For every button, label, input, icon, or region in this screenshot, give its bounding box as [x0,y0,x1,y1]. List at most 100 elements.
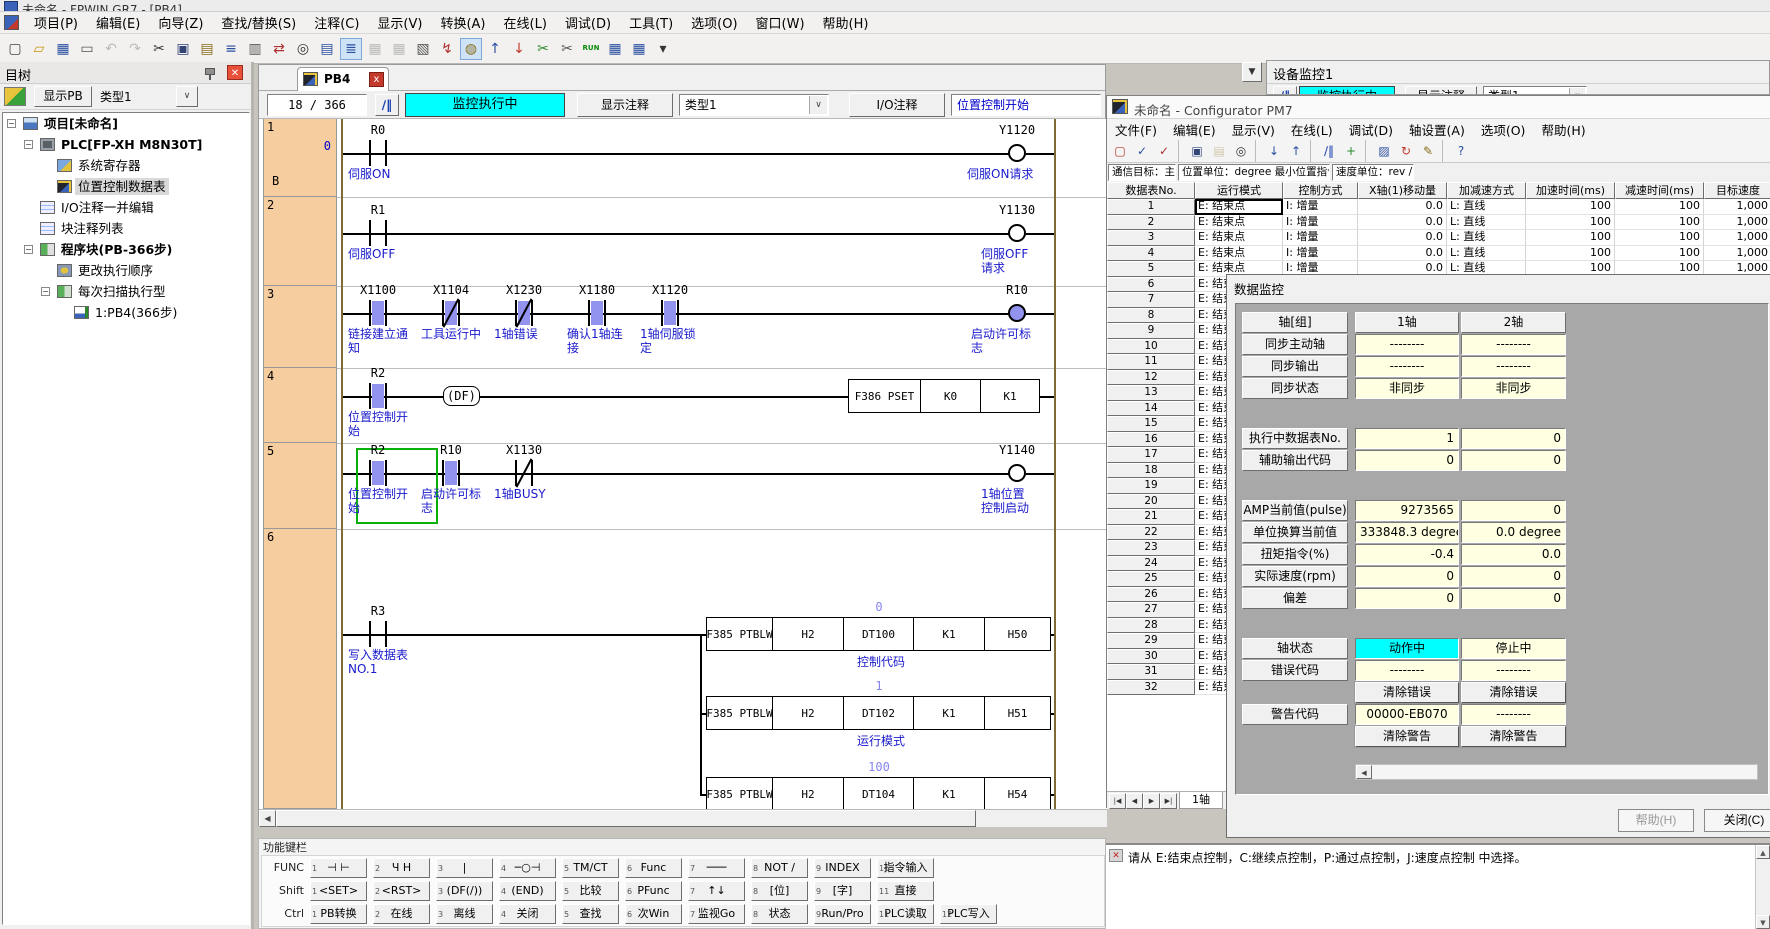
insert-line-icon[interactable]: ≡ [220,38,242,60]
data-table-edit-icon[interactable]: ▨ [1374,141,1394,161]
row-number[interactable]: 18 [1107,463,1195,479]
contact-r3[interactable] [366,621,390,647]
table-cell[interactable]: L: 直线 [1447,230,1526,246]
data-verify-icon[interactable]: ✓ [1132,141,1152,161]
close-message-icon[interactable]: ✕ [1109,849,1123,862]
funckey-shift-5[interactable]: 5比较 [562,881,619,901]
funckey-shift-3[interactable]: 3(DF(/)) [436,881,493,901]
menu-item-注释C[interactable]: 注释(C) [305,11,368,34]
column-header[interactable]: 加减速方式 [1447,182,1526,199]
new-file-icon[interactable]: ▢ [4,38,26,60]
menu-item-选项O[interactable]: 选项(O) [1473,118,1534,141]
funckey-func-6[interactable]: 6Func [625,858,682,878]
teaching-icon[interactable]: ✎ [1418,141,1438,161]
menu-item-窗口W[interactable]: 窗口(W) [747,11,814,34]
rung-header-6[interactable]: 622 [263,529,337,809]
funckey-func-11[interactable]: 11指令输入 [877,858,934,878]
pm7-title-bar[interactable]: 未命名 - Configurator PM7 [1107,96,1770,119]
row-number[interactable]: 20 [1107,494,1195,510]
table-row[interactable]: 2E: 结束点I: 增量0.0L: 直线1001001,000 [1107,215,1770,231]
funckey-ctrl-6[interactable]: 6次Win [625,904,682,924]
tree-item-program-block[interactable]: −程序块(PB-366步) [3,239,249,260]
tree-type-dropdown[interactable]: ∨ [176,86,198,107]
show-comment-button[interactable]: 显示注释 [577,93,673,117]
rung-header-2[interactable]: 22 [263,197,337,286]
funckey-func-5[interactable]: 5TM/CT [562,858,619,878]
column-header[interactable]: 目标速度 [1704,182,1770,199]
row-number[interactable]: 4 [1107,246,1195,262]
table-cell[interactable]: E: 结束点 [1195,230,1283,246]
coil-y1130[interactable] [1008,224,1026,242]
contact-r1[interactable] [366,220,390,246]
menu-item-选项O[interactable]: 选项(O) [682,11,746,34]
row-number[interactable]: 28 [1107,618,1195,634]
table-cell[interactable]: 100 [1526,199,1615,215]
funckey-shift-11[interactable]: 11直接 [877,881,934,901]
menu-item-显示V[interactable]: 显示(V) [368,11,431,34]
undo-icon[interactable]: ↶ [100,38,122,60]
row-number[interactable]: 1 [1107,199,1195,215]
row-number[interactable]: 26 [1107,587,1195,603]
funckey-ctrl-12[interactable]: 12PLC写入 [940,904,997,924]
menu-item-轴设置A[interactable]: 轴设置(A) [1401,118,1473,141]
funckey-func-9[interactable]: 9INDEX [814,858,871,878]
instruction-box-ptblw-2[interactable]: F385 PTBLWH2DT102K1H51 [706,696,1051,730]
row-number[interactable]: 9 [1107,323,1195,339]
menu-item-帮助H[interactable]: 帮助(H) [814,11,878,34]
ladder-canvas[interactable]: 10B 22 34 410 518 622 R0 伺服ON Y1120 伺服ON… [259,119,1107,809]
table-cell[interactable]: L: 直线 [1447,215,1526,231]
tree-item-plc-node[interactable]: −PLC[FP-XH M8N30T] [3,134,249,155]
table-cell[interactable]: 1,000 [1704,215,1770,231]
dialog-horizontal-scrollbar[interactable]: ◀ [1355,764,1758,780]
show-comment-button[interactable]: 显示注释 [1405,86,1477,95]
plc-upload-icon[interactable]: ↑ [484,38,506,60]
app-menu-icon[interactable] [4,15,19,30]
save-project-icon[interactable]: ▦ [52,38,74,60]
contact-x1100[interactable] [366,300,390,326]
help-icon[interactable]: ? [1451,141,1471,161]
comment-type-select[interactable]: 类型1∨ [1483,86,1587,95]
funckey-ctrl-4[interactable]: 4关闭 [499,904,556,924]
table-cell[interactable]: E: 结束点 [1195,215,1283,231]
table-cell[interactable]: 100 [1615,215,1704,231]
contact-x1130[interactable] [512,460,536,486]
scroll-left-icon[interactable]: ◀ [1356,765,1372,779]
menu-item-显示V[interactable]: 显示(V) [1224,118,1283,141]
row-number[interactable]: 15 [1107,416,1195,432]
funckey-shift-6[interactable]: 6PFunc [625,881,682,901]
tab-pb4[interactable]: PB4 x [297,67,389,91]
column-header[interactable]: X轴(1)移动量 [1358,182,1447,199]
funckey-ctrl-7[interactable]: 7监视Go [688,904,745,924]
df-instruction[interactable]: (DF) [443,386,480,406]
expander-icon[interactable]: − [24,140,33,149]
device-register-icon[interactable]: ◍ [460,38,482,60]
find-icon[interactable]: ◎ [292,38,314,60]
coil-y1140[interactable] [1008,464,1026,482]
online-edit-paste-icon[interactable]: ✂ [556,38,578,60]
first-sheet-icon[interactable]: |◀ [1109,793,1126,809]
online-edit-cut-icon[interactable]: ✂ [532,38,554,60]
rung-header-4[interactable]: 410 [263,368,337,443]
amp-upload-icon[interactable]: ↑ [1286,141,1306,161]
instruction-box-pset[interactable]: F386 PSETK0K1 [848,379,1040,413]
menu-item-调试D[interactable]: 调试(D) [556,11,620,34]
table-cell[interactable]: I: 增量 [1283,199,1358,215]
paste-icon[interactable]: ▤ [1209,141,1229,161]
table-cell[interactable]: E: 结束点 [1195,246,1283,262]
table-row[interactable]: 4E: 结束点I: 增量0.0L: 直线1001001,000 [1107,246,1770,262]
table-cell[interactable]: I: 增量 [1283,230,1358,246]
monitor-overflow-button[interactable]: ▼ [1242,62,1262,82]
horizontal-scrollbar[interactable]: ◀ [259,809,1107,827]
table-row[interactable]: 3E: 结束点I: 增量0.0L: 直线1001001,000 [1107,230,1770,246]
funckey-shift-7[interactable]: 7↑↓ [688,881,745,901]
contact-x1230[interactable] [512,300,536,326]
column-header[interactable]: 控制方式 [1283,182,1358,199]
monitor-toggle-icon[interactable]: ∕‖ [1273,86,1297,95]
row-number[interactable]: 10 [1107,339,1195,355]
row-number[interactable]: 8 [1107,308,1195,324]
copy-icon[interactable]: ▣ [172,38,194,60]
print-icon[interactable]: ▭ [76,38,98,60]
scrollbar-thumb[interactable] [276,810,976,827]
io-comment-edit-icon[interactable]: ▤ [316,38,338,60]
column-header[interactable]: 减速时间(ms) [1615,182,1704,199]
